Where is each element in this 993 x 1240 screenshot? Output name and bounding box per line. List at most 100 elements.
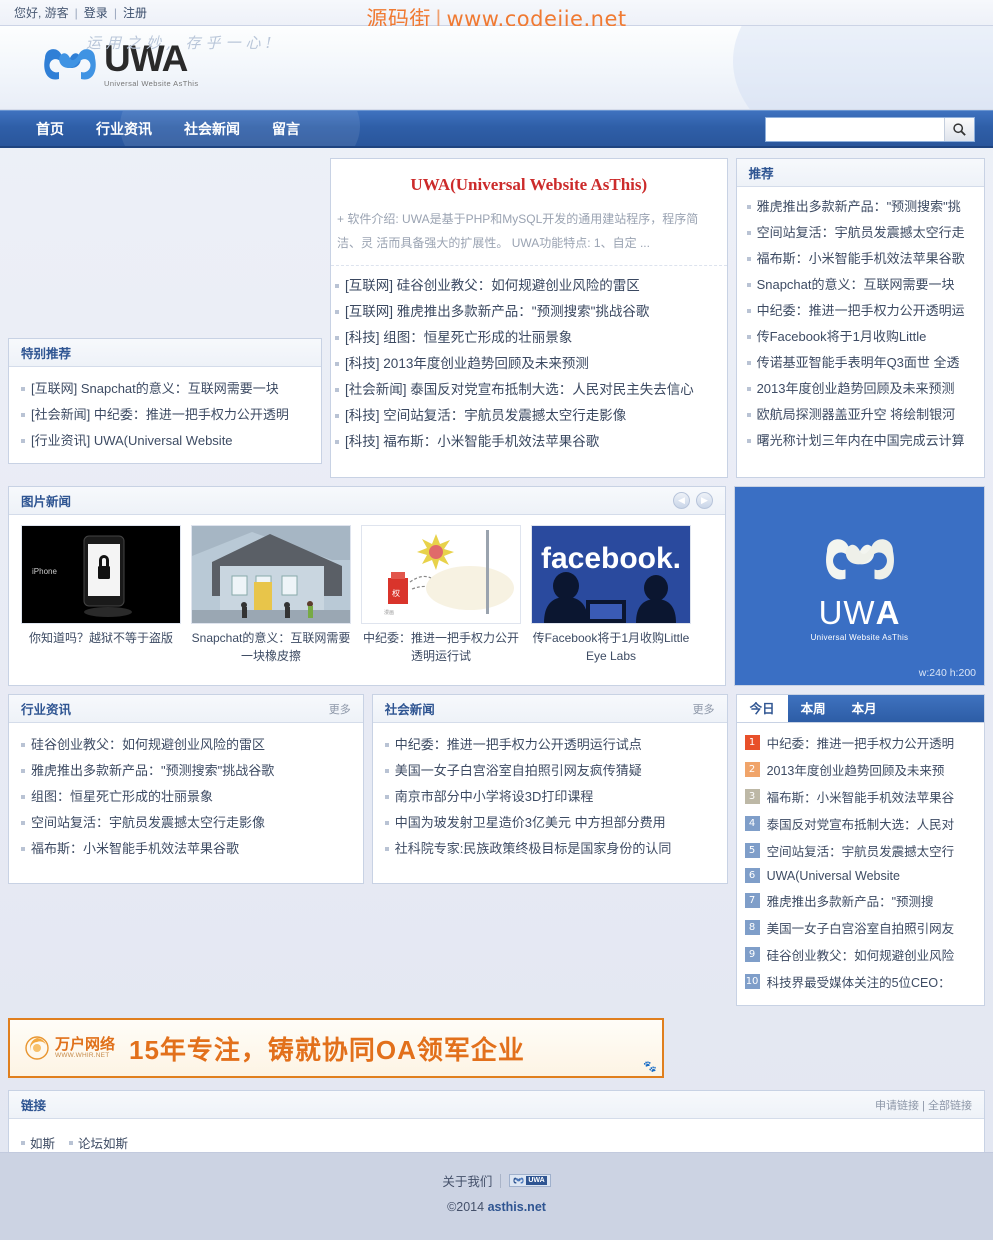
- industry-news-link-1[interactable]: 硅谷创业教父：如何规避创业风险的雷区: [31, 736, 265, 753]
- all-links-link[interactable]: 全部链接: [928, 1100, 972, 1112]
- list-item[interactable]: 南京市部分中小学将设3D打印课程: [384, 783, 715, 809]
- picture-news-item[interactable]: iPhone 你知道吗？越狱不等于盗版: [21, 525, 181, 665]
- list-item[interactable]: 欧航局探测器盖亚升空 将绘制银河: [746, 401, 974, 427]
- list-item[interactable]: 雅虎推出多款新产品："预测搜索"挑战谷歌: [21, 757, 351, 783]
- industry-news-link-4[interactable]: 空间站复活：宇航员发震撼太空行走影像: [31, 814, 265, 831]
- friend-link-2[interactable]: 论坛如斯: [69, 1133, 128, 1152]
- hot-link-7[interactable]: 雅虎推出多款新产品："预测搜: [767, 891, 934, 910]
- industry-news-link-3[interactable]: 组图：恒星死亡形成的壮丽景象: [31, 788, 213, 805]
- social-news-link-4[interactable]: 中国为玻发射卫星造价3亿美元 中方担部分费用: [395, 814, 666, 831]
- picture-news-caption-4[interactable]: 传Facebook将于1月收购Little Eye Labs: [531, 624, 691, 665]
- hot-link-4[interactable]: 泰国反对党宣布抵制大选：人民对: [767, 814, 955, 833]
- list-item[interactable]: 7 雅虎推出多款新产品："预测搜: [744, 887, 976, 914]
- list-item[interactable]: [社会新闻] 泰国反对党宣布抵制大选：人民对民主失去信心: [335, 376, 723, 402]
- list-item[interactable]: [科技] 空间站复活：宇航员发震撼太空行走影像: [335, 402, 723, 428]
- feature-link-2[interactable]: [互联网] 雅虎推出多款新产品："预测搜索"挑战谷歌: [345, 303, 649, 320]
- facebook-logo-thumbnail[interactable]: facebook.: [531, 525, 691, 624]
- list-item[interactable]: [科技] 福布斯：小米智能手机效法苹果谷歌: [335, 428, 723, 454]
- search-input[interactable]: [766, 118, 944, 141]
- nav-item-industry-news[interactable]: 行业资讯: [80, 111, 168, 146]
- list-item[interactable]: 福布斯：小米智能手机效法苹果谷歌: [21, 835, 351, 861]
- list-item[interactable]: [行业资讯] UWA(Universal Website: [21, 427, 309, 453]
- banner-ad[interactable]: 万户网络 WWW.WHIR.NET 15年专注，铸就协同OA领军企业 🐾: [8, 1018, 664, 1078]
- list-item[interactable]: 空间站复活：宇航员发震撼太空行走: [746, 219, 974, 245]
- feature-link-5[interactable]: [社会新闻] 泰国反对党宣布抵制大选：人民对民主失去信心: [345, 381, 694, 398]
- recommend-link-4[interactable]: Snapchat的意义：互联网需要一块: [757, 276, 955, 293]
- list-item[interactable]: [社会新闻] 中纪委：推进一把手权力公开透明: [21, 401, 309, 427]
- list-item[interactable]: 中国为玻发射卫星造价3亿美元 中方担部分费用: [384, 809, 715, 835]
- tab-week[interactable]: 本周: [788, 695, 839, 722]
- list-item[interactable]: 3 福布斯：小米智能手机效法苹果谷: [744, 783, 976, 810]
- list-item[interactable]: 社科院专家:民族政策终极目标是国家身份的认同: [384, 835, 715, 861]
- list-item[interactable]: Snapchat的意义：互联网需要一块: [746, 271, 974, 297]
- recommend-link-9[interactable]: 欧航局探测器盖亚升空 将绘制银河: [757, 406, 956, 423]
- list-item[interactable]: 曙光称计划三年内在中国完成云计算: [746, 427, 974, 453]
- picture-news-item[interactable]: 权 漫画 中纪委：推进一把手权力公开透明运行试: [361, 525, 521, 665]
- paw-icon[interactable]: 🐾: [643, 1060, 657, 1073]
- hot-link-2[interactable]: 2013年度创业趋势回顾及未来预: [767, 760, 945, 779]
- list-item[interactable]: 硅谷创业教父：如何规避创业风险的雷区: [21, 731, 351, 757]
- list-item[interactable]: 4 泰国反对党宣布抵制大选：人民对: [744, 810, 976, 837]
- picture-news-caption-2[interactable]: Snapchat的意义：互联网需要一块橡皮擦: [191, 624, 351, 665]
- industry-news-link-5[interactable]: 福布斯：小米智能手机效法苹果谷歌: [31, 840, 239, 857]
- recommend-link-6[interactable]: 传Facebook将于1月收购Little: [757, 328, 927, 345]
- special-recommend-link-2[interactable]: [社会新闻] 中纪委：推进一把手权力公开透明: [31, 406, 289, 423]
- list-item[interactable]: 5 空间站复活：宇航员发震撼太空行: [744, 837, 976, 864]
- list-item[interactable]: 传Facebook将于1月收购Little: [746, 323, 974, 349]
- nav-item-message[interactable]: 留言: [256, 111, 316, 146]
- feature-link-7[interactable]: [科技] 福布斯：小米智能手机效法苹果谷歌: [345, 433, 599, 450]
- social-news-more-link[interactable]: 更多: [693, 701, 715, 717]
- nav-item-home[interactable]: 首页: [20, 111, 80, 146]
- recommend-link-10[interactable]: 曙光称计划三年内在中国完成云计算: [757, 432, 965, 449]
- logo[interactable]: UWA Universal Website AsThis 运用之妙, 存乎一心!: [0, 26, 993, 88]
- picture-news-item[interactable]: Snapchat的意义：互联网需要一块橡皮擦: [191, 525, 351, 665]
- hot-link-10[interactable]: 科技界最受媒体关注的5位CEO：: [767, 972, 951, 991]
- hot-link-5[interactable]: 空间站复活：宇航员发震撼太空行: [767, 841, 955, 860]
- list-item[interactable]: 传诺基亚智能手表明年Q3面世 全透: [746, 349, 974, 375]
- list-item[interactable]: 中纪委：推进一把手权力公开透明运: [746, 297, 974, 323]
- recommend-link-7[interactable]: 传诺基亚智能手表明年Q3面世 全透: [757, 354, 960, 371]
- list-item[interactable]: 雅虎推出多款新产品："预测搜索"挑: [746, 193, 974, 219]
- list-item[interactable]: 中纪委：推进一把手权力公开透明运行试点: [384, 731, 715, 757]
- list-item[interactable]: 福布斯：小米智能手机效法苹果谷歌: [746, 245, 974, 271]
- apply-link[interactable]: 申请链接: [875, 1100, 919, 1112]
- uwa-ad-box[interactable]: UWA Universal Website AsThis w:240 h:200: [734, 486, 985, 686]
- list-item[interactable]: 空间站复活：宇航员发震撼太空行走影像: [21, 809, 351, 835]
- special-recommend-link-3[interactable]: [行业资讯] UWA(Universal Website: [31, 432, 233, 449]
- list-item[interactable]: [科技] 2013年度创业趋势回顾及未来预测: [335, 350, 723, 376]
- recommend-link-3[interactable]: 福布斯：小米智能手机效法苹果谷歌: [757, 250, 965, 267]
- hot-link-3[interactable]: 福布斯：小米智能手机效法苹果谷: [767, 787, 955, 806]
- picture-news-caption-3[interactable]: 中纪委：推进一把手权力公开透明运行试: [361, 624, 521, 665]
- industry-news-more-link[interactable]: 更多: [329, 701, 351, 717]
- feature-title[interactable]: UWA(Universal Website AsThis): [331, 159, 727, 207]
- list-item[interactable]: [互联网] 雅虎推出多款新产品："预测搜索"挑战谷歌: [335, 298, 723, 324]
- list-item[interactable]: [互联网] 硅谷创业教父：如何规避创业风险的雷区: [335, 272, 723, 298]
- nav-item-social-news[interactable]: 社会新闻: [168, 111, 256, 146]
- iphone-jailbreak-thumbnail[interactable]: iPhone: [21, 525, 181, 624]
- recommend-link-1[interactable]: 雅虎推出多款新产品："预测搜索"挑: [757, 198, 961, 215]
- list-item[interactable]: [科技] 组图：恒星死亡形成的壮丽景象: [335, 324, 723, 350]
- list-item[interactable]: 6 UWA(Universal Website: [744, 864, 976, 887]
- picture-news-item[interactable]: facebook. 传Facebook将于1月收购Little Eye Labs: [531, 525, 691, 665]
- tab-month[interactable]: 本月: [839, 695, 890, 722]
- list-item[interactable]: 组图：恒星死亡形成的壮丽景象: [21, 783, 351, 809]
- list-item[interactable]: 10 科技界最受媒体关注的5位CEO：: [744, 968, 976, 995]
- hot-link-1[interactable]: 中纪委：推进一把手权力公开透明: [767, 733, 955, 752]
- tab-today[interactable]: 今日: [736, 695, 788, 722]
- industry-news-link-2[interactable]: 雅虎推出多款新产品："预测搜索"挑战谷歌: [31, 762, 274, 779]
- special-recommend-link-1[interactable]: [互联网] Snapchat的意义：互联网需要一块: [31, 380, 279, 397]
- list-item[interactable]: 8 美国一女子白宫浴室自拍照引网友: [744, 914, 976, 941]
- about-us-link[interactable]: 关于我们: [442, 1171, 492, 1190]
- recommend-link-8[interactable]: 2013年度创业趋势回顾及未来预测: [757, 380, 955, 397]
- feature-link-3[interactable]: [科技] 组图：恒星死亡形成的壮丽景象: [345, 329, 572, 346]
- feature-link-1[interactable]: [互联网] 硅谷创业教父：如何规避创业风险的雷区: [345, 277, 640, 294]
- social-news-link-3[interactable]: 南京市部分中小学将设3D打印课程: [395, 788, 594, 805]
- list-item[interactable]: 美国一女子白宫浴室自拍照引网友疯传猜疑: [384, 757, 715, 783]
- recommend-link-2[interactable]: 空间站复活：宇航员发震撼太空行走: [757, 224, 965, 241]
- footer-uwa-badge[interactable]: UWA: [509, 1174, 551, 1187]
- hot-link-9[interactable]: 硅谷创业教父：如何规避创业风险: [767, 945, 955, 964]
- feature-link-6[interactable]: [科技] 空间站复活：宇航员发震撼太空行走影像: [345, 407, 626, 424]
- friend-link-1[interactable]: 如斯: [21, 1133, 55, 1152]
- house-street-thumbnail[interactable]: [191, 525, 351, 624]
- list-item[interactable]: 9 硅谷创业教父：如何规避创业风险: [744, 941, 976, 968]
